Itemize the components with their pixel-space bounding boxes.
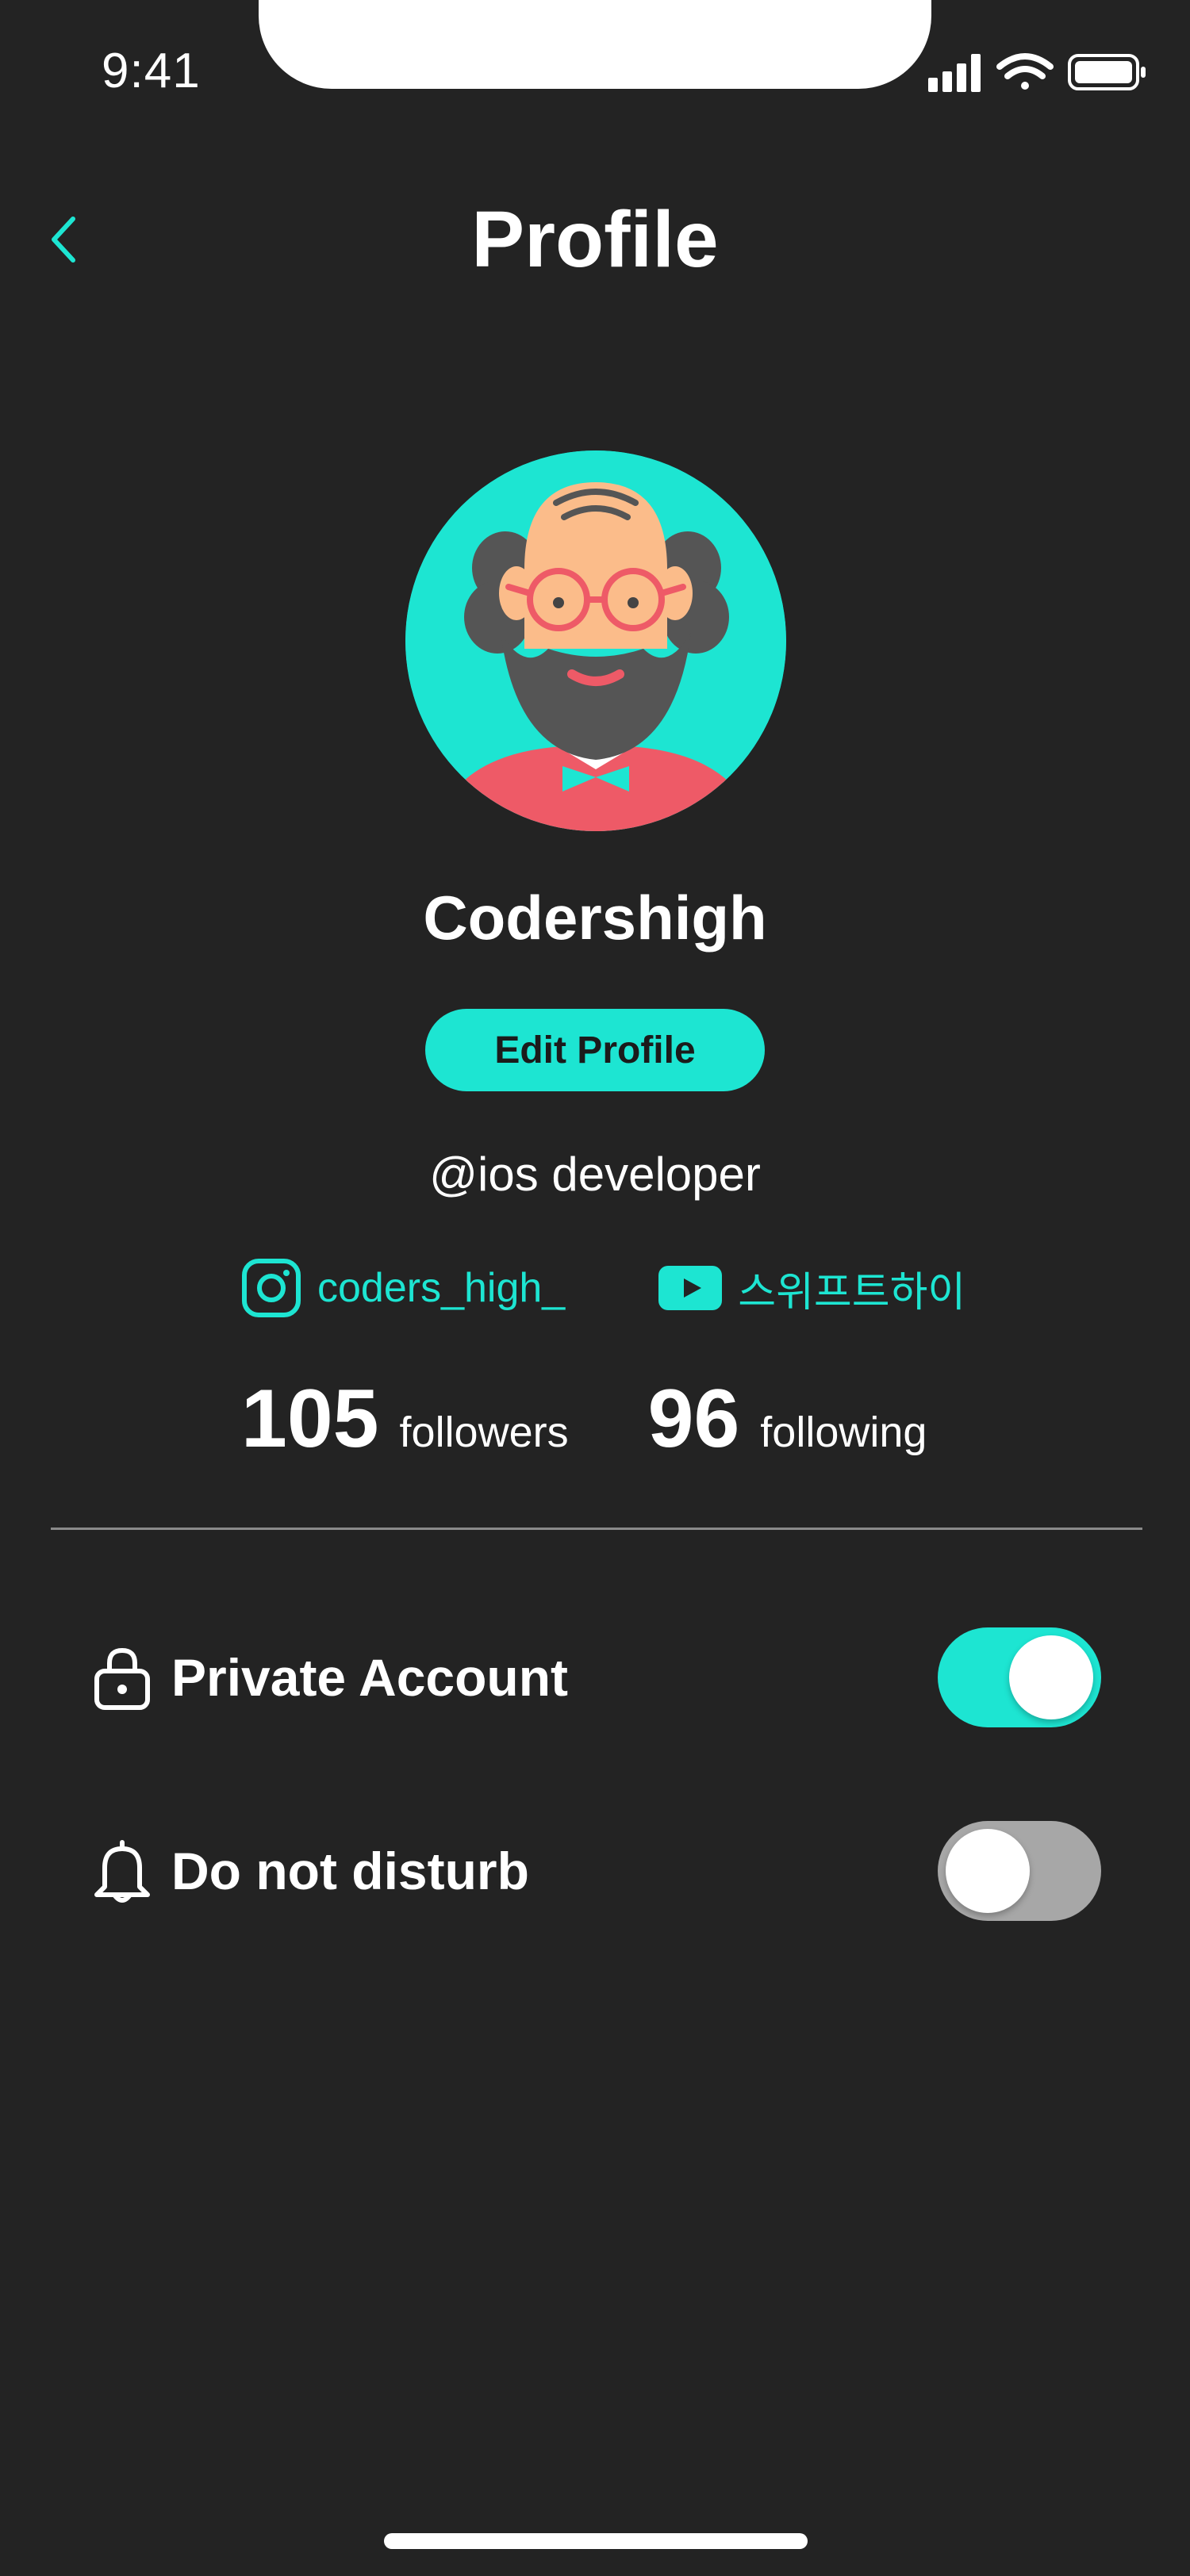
following-label[interactable]: following	[760, 1408, 927, 1457]
wifi-icon	[996, 53, 1054, 90]
private-account-toggle[interactable]	[938, 1627, 1101, 1727]
setting-label: Private Account	[171, 1648, 569, 1707]
status-icons	[928, 51, 1147, 94]
youtube-link[interactable]: 스위프트하이	[658, 1259, 965, 1318]
youtube-icon	[658, 1266, 723, 1310]
device-notch	[259, 0, 931, 89]
divider	[51, 1528, 1142, 1530]
edit-profile-button[interactable]: Edit Profile	[425, 1009, 765, 1091]
toggle-knob	[1009, 1635, 1093, 1719]
bio: @ios developer	[429, 1148, 761, 1201]
instagram-link[interactable]: coders_high_	[241, 1258, 565, 1318]
following-count[interactable]: 96	[648, 1372, 740, 1466]
avatar	[405, 450, 786, 831]
instagram-icon	[242, 1259, 301, 1317]
instagram-handle: coders_high_	[317, 1265, 566, 1311]
do-not-disturb-toggle[interactable]	[938, 1821, 1101, 1921]
battery-icon	[1068, 54, 1146, 90]
lock-icon	[89, 1644, 155, 1711]
followers-label[interactable]: followers	[400, 1408, 569, 1457]
page-title: Profile	[471, 195, 719, 284]
home-indicator	[384, 2533, 808, 2549]
setting-label: Do not disturb	[171, 1842, 529, 1900]
bell-icon	[89, 1838, 155, 1904]
follow-stats: 105 followers 96 following	[241, 1372, 927, 1467]
username: Codershigh	[423, 883, 767, 953]
toggle-knob	[946, 1829, 1030, 1913]
setting-private-account: Private Account	[89, 1626, 1101, 1729]
followers-count[interactable]: 105	[241, 1372, 379, 1466]
status-time: 9:41	[102, 44, 201, 98]
youtube-channel: 스위프트하이	[738, 1269, 966, 1316]
setting-do-not-disturb: Do not disturb	[89, 1819, 1101, 1922]
social-links: coders_high_ 스위프트하이	[241, 1255, 965, 1321]
signal-icon	[928, 54, 981, 92]
